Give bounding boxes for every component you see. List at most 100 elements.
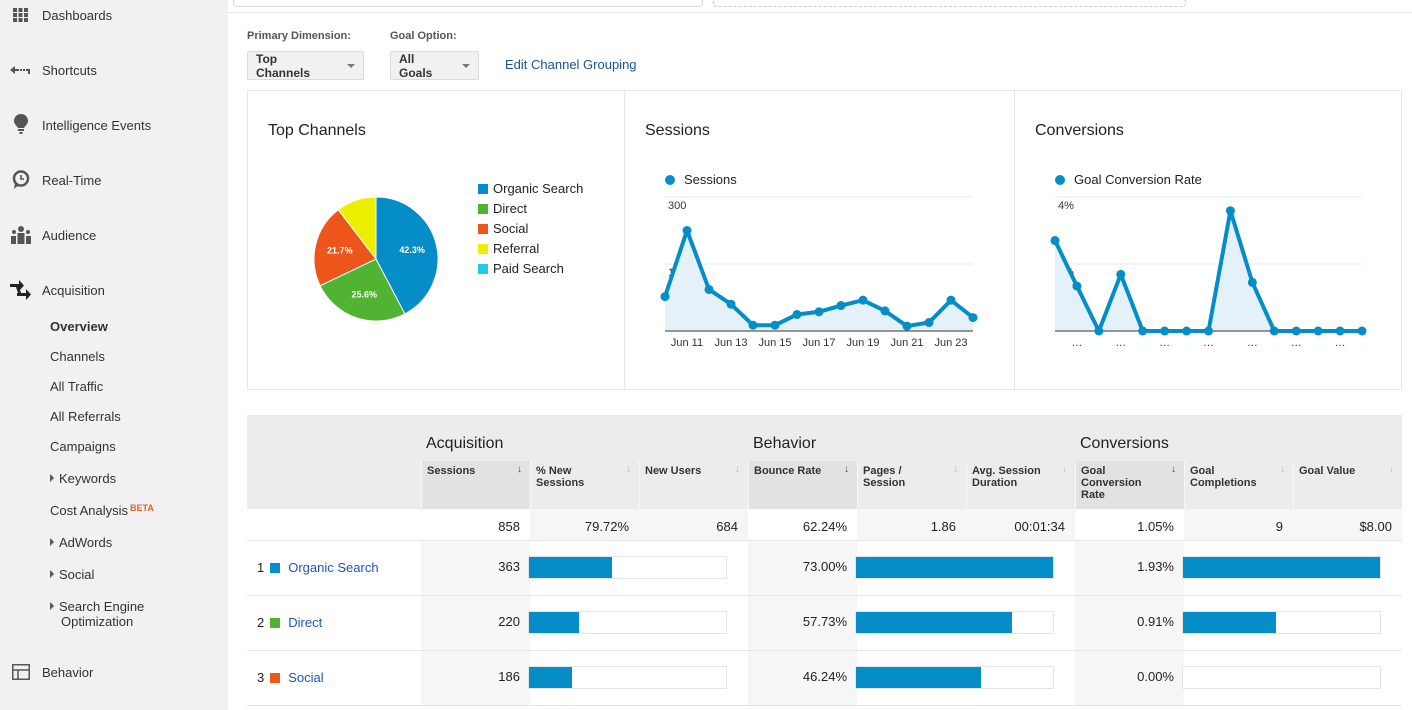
data-point[interactable] [792, 309, 802, 319]
data-point[interactable] [1357, 326, 1367, 336]
channel-link[interactable]: Direct [288, 615, 322, 630]
x-tick-label: … [1115, 337, 1126, 349]
column-header-bounce-rate[interactable]: Bounce Rate ↓ [748, 461, 857, 509]
sort-arrow-icon[interactable]: ↓ [735, 464, 740, 476]
data-point[interactable] [726, 299, 736, 309]
column-header-label: Goal Completions [1190, 465, 1257, 489]
primary-dimension-dropdown[interactable]: Top Channels [247, 51, 364, 80]
legend-item-paid-search: Paid Search [478, 261, 564, 276]
sidebar-subitem-all-referrals[interactable]: All Referrals [50, 409, 121, 424]
data-point[interactable] [1335, 326, 1345, 336]
data-point[interactable] [1094, 326, 1104, 336]
percentage-bar-fill [529, 612, 580, 633]
data-point[interactable] [1204, 326, 1213, 336]
add-segment-placeholder[interactable] [713, 0, 1186, 7]
sidebar-item-label: Dashboards [42, 7, 113, 23]
row-rank: 2 [257, 615, 265, 630]
sort-arrow-icon[interactable]: ↓ [626, 464, 631, 476]
data-point[interactable] [682, 226, 692, 235]
sidebar-subitem-campaigns[interactable]: Campaigns [50, 439, 116, 454]
column-header-new-users[interactable]: New Users ↓ [639, 461, 748, 509]
channel-link[interactable]: Social [288, 670, 323, 685]
sort-arrow-icon[interactable]: ↓ [1062, 464, 1067, 476]
sidebar-item-shortcuts[interactable]: Shortcuts [0, 58, 97, 82]
sidebar-item-acquisition[interactable]: Acquisition [0, 278, 105, 302]
x-tick-label: Jun 21 [890, 337, 923, 349]
channel-cell: 3 Social [257, 670, 324, 685]
sidebar-subitem-adwords[interactable]: AdWords [50, 535, 112, 550]
sort-arrow-icon[interactable]: ↓ [1171, 464, 1176, 476]
data-point[interactable] [1225, 206, 1235, 216]
legend-label: Organic Search [493, 181, 584, 196]
data-point[interactable] [1269, 326, 1279, 336]
percentage-bar-fill [856, 667, 981, 688]
sort-arrow-icon[interactable]: ↓ [844, 464, 849, 476]
sort-arrow-icon[interactable]: ↓ [517, 464, 522, 476]
sidebar-item-intelligence-events[interactable]: Intelligence Events [0, 113, 151, 137]
column-header--new-sessions[interactable]: % New Sessions ↓ [530, 461, 639, 509]
sidebar-subitem-overview[interactable]: Overview [50, 319, 108, 334]
sidebar-item-real-time[interactable]: Real-Time [0, 168, 101, 192]
data-point[interactable] [660, 292, 670, 302]
sidebar-item-audience[interactable]: Audience [0, 223, 96, 247]
sidebar-subitem-channels[interactable]: Channels [50, 349, 105, 364]
percentage-bar-fill [856, 612, 1012, 633]
sidebar-subitem-all-traffic[interactable]: All Traffic [50, 379, 103, 394]
data-point[interactable] [946, 295, 956, 305]
column-header-goal-completions[interactable]: Goal Completions ↓ [1184, 461, 1293, 509]
sidebar-subitem-social[interactable]: Social [50, 567, 94, 582]
data-point[interactable] [1313, 326, 1323, 336]
data-point[interactable] [748, 320, 758, 330]
sidebar-item-label: Audience [42, 227, 97, 243]
percentage-bar [855, 666, 1054, 689]
data-point[interactable] [1182, 326, 1192, 336]
sort-arrow-icon[interactable]: ↓ [1389, 464, 1394, 476]
column-header-sessions[interactable]: Sessions ↓ [421, 461, 530, 509]
legend-swatch [478, 223, 488, 234]
column-header-avg-session-duration[interactable]: Avg. Session Duration ↓ [966, 461, 1075, 509]
sidebar-subitem-cost-analysis[interactable]: Cost Analysis BETA [50, 501, 154, 518]
sidebar-item-behavior[interactable]: Behavior [0, 660, 93, 684]
metric-value: 73.00% [802, 559, 847, 574]
beta-badge: BETA [130, 503, 154, 513]
sidebar-subitem-label: Search Engine [59, 599, 145, 614]
data-point[interactable] [814, 307, 824, 317]
data-point[interactable] [836, 301, 846, 311]
data-point[interactable] [1072, 281, 1082, 291]
data-point[interactable] [1291, 326, 1301, 336]
data-point[interactable] [924, 318, 934, 328]
edit-channel-grouping-link[interactable]: Edit Channel Grouping [505, 57, 637, 72]
data-point[interactable] [1116, 269, 1126, 279]
data-point[interactable] [880, 306, 890, 316]
column-header-label: Bounce Rate [754, 465, 822, 477]
sidebar-subitem-keywords[interactable]: Keywords [50, 471, 116, 486]
column-header-pages-session[interactable]: Pages / Session ↓ [857, 461, 966, 509]
data-point[interactable] [1138, 326, 1148, 336]
goal-option-dropdown[interactable]: All Goals [390, 51, 479, 80]
expand-triangle-icon [50, 602, 54, 610]
data-point[interactable] [770, 320, 780, 330]
caret-down-icon [462, 63, 470, 68]
caret-down-icon [347, 63, 355, 68]
data-point[interactable] [858, 295, 868, 305]
segment-box[interactable] [233, 0, 703, 7]
y-tick-label: 300 [668, 200, 686, 212]
data-point[interactable] [1050, 236, 1060, 246]
data-point[interactable] [704, 284, 714, 294]
metric-value: 0.00% [1137, 669, 1174, 684]
data-point[interactable] [968, 313, 978, 323]
sort-arrow-icon[interactable]: ↓ [1280, 464, 1285, 476]
column-header-goal-value[interactable]: Goal Value ↓ [1293, 461, 1402, 509]
column-header-goal-conversion-rate[interactable]: Goal Conversion Rate ↓ [1075, 461, 1184, 509]
sort-arrow-icon[interactable]: ↓ [953, 464, 958, 476]
channel-link[interactable]: Organic Search [288, 560, 378, 575]
x-tick-label: Jun 23 [934, 337, 967, 349]
sidebar-subitem-seo[interactable]: Search Engine Optimization [50, 599, 144, 629]
top-bar [228, 0, 1412, 13]
data-point[interactable] [1247, 277, 1257, 287]
total-value: 00:01:34 [1014, 519, 1065, 534]
sidebar-item-label: Behavior [42, 664, 94, 680]
data-point[interactable] [902, 321, 912, 331]
sidebar-item-dashboards[interactable]: Dashboards [0, 3, 112, 27]
data-point[interactable] [1160, 326, 1170, 336]
